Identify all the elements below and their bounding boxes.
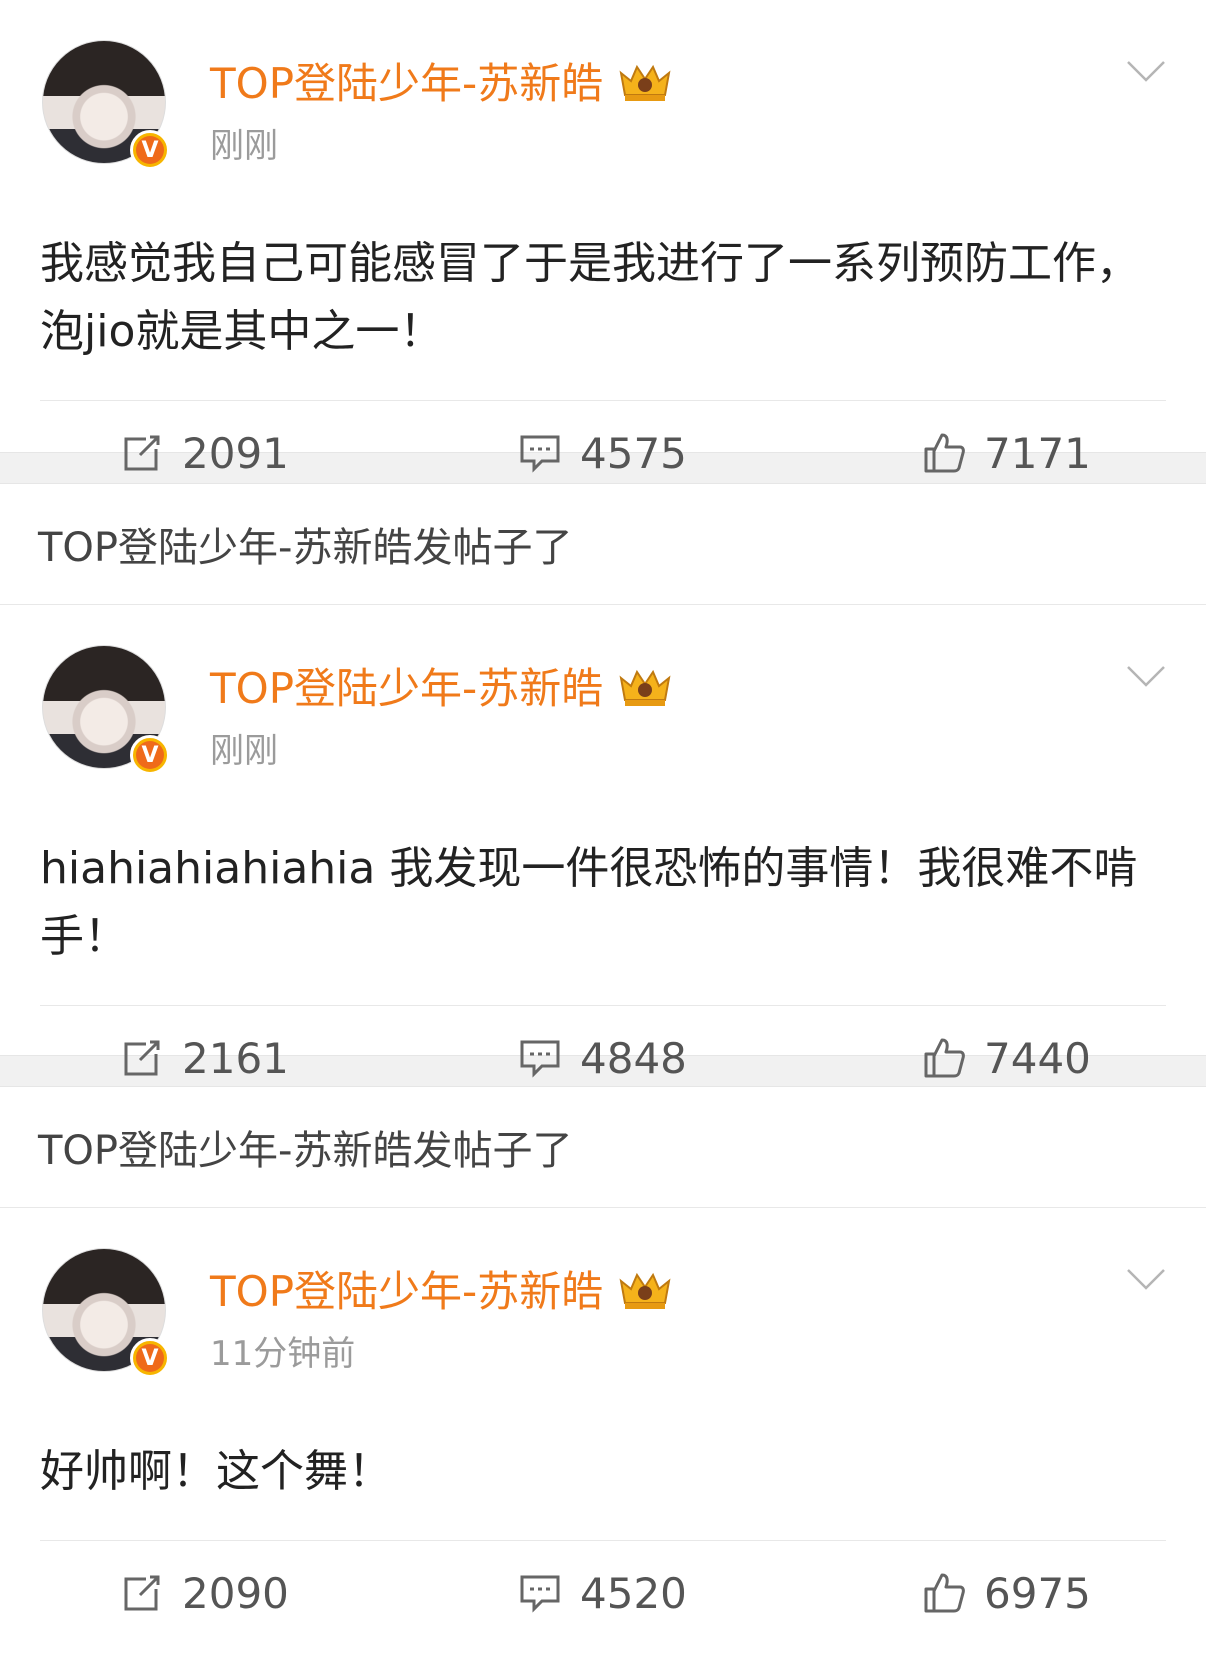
like-button[interactable]: 6975 — [922, 1569, 1091, 1618]
comment-button[interactable]: 4520 — [518, 1569, 687, 1618]
like-icon — [924, 1038, 965, 1078]
like-button[interactable]: 7171 — [922, 429, 1091, 478]
user-name[interactable]: TOP登陆少年-苏新皓 — [210, 50, 603, 111]
user-name[interactable]: TOP登陆少年-苏新皓 — [210, 655, 603, 716]
post-card: V TOP登陆少年-苏新皓 11分钟前 好帅啊！这个舞！ 2090 4520 6… — [0, 1208, 1206, 1618]
chevron-down-icon[interactable] — [1126, 665, 1166, 687]
repost-button[interactable]: 2161 — [120, 1034, 289, 1083]
action-bar: 2091 4575 7171 — [0, 401, 1206, 505]
comment-icon — [520, 1575, 560, 1613]
repost-icon — [124, 1040, 160, 1076]
avatar[interactable]: V — [42, 1248, 170, 1378]
chevron-down-icon[interactable] — [1126, 60, 1166, 82]
post-text: 我感觉我自己可能感冒了于是我进行了一系列预防工作，泡jio就是其中之一！ — [40, 238, 1140, 357]
post-card: V TOP登陆少年-苏新皓 刚刚 我感觉我自己可能感冒了于是我进行了一系列预防工… — [0, 0, 1206, 478]
crown-icon — [619, 1272, 671, 1309]
repost-icon — [124, 1575, 160, 1611]
post-header: V TOP登陆少年-苏新皓 11分钟前 — [0, 1208, 1206, 1378]
action-bar: 2090 4520 6975 — [0, 1541, 1206, 1645]
crown-icon — [619, 64, 671, 101]
crown-icon — [619, 669, 671, 706]
comment-icon — [520, 1040, 560, 1078]
comment-button[interactable]: 4575 — [518, 429, 687, 478]
like-count: 7171 — [984, 428, 1091, 478]
like-count: 7440 — [984, 1033, 1091, 1083]
weibo-feed: V TOP登陆少年-苏新皓 刚刚 我感觉我自己可能感冒了于是我进行了一系列预防工… — [0, 0, 1206, 1618]
post-time: 刚刚 — [210, 126, 278, 166]
comment-count: 4575 — [580, 428, 687, 478]
post-time: 刚刚 — [210, 731, 278, 771]
user-name-row[interactable]: TOP登陆少年-苏新皓 — [210, 655, 673, 716]
like-button[interactable]: 7440 — [922, 1034, 1091, 1083]
post-header: V TOP登陆少年-苏新皓 刚刚 — [0, 605, 1206, 775]
comment-icon — [520, 435, 560, 473]
post-text: hiahiahiahiahia 我发现一件很恐怖的事情！我很难不啃手！ — [40, 843, 1138, 962]
repost-count: 2091 — [182, 428, 289, 478]
avatar[interactable]: V — [42, 40, 170, 170]
user-name[interactable]: TOP登陆少年-苏新皓 — [210, 1258, 603, 1319]
post-time: 11分钟前 — [210, 1334, 356, 1374]
post-card: V TOP登陆少年-苏新皓 刚刚 hiahiahiahiahia 我发现一件很恐… — [0, 605, 1206, 1083]
comment-button[interactable]: 4848 — [518, 1034, 687, 1083]
chevron-down-icon[interactable] — [1126, 1268, 1166, 1290]
repost-button[interactable]: 2090 — [120, 1569, 289, 1618]
comment-count: 4520 — [580, 1568, 687, 1618]
verified-v-icon: V — [130, 130, 170, 170]
comment-count: 4848 — [580, 1033, 687, 1083]
user-name-row[interactable]: TOP登陆少年-苏新皓 — [210, 50, 673, 111]
like-icon — [924, 433, 965, 473]
action-bar: 2161 4848 7440 — [0, 1006, 1206, 1110]
repost-count: 2090 — [182, 1568, 289, 1618]
post-text: 好帅啊！这个舞！ — [40, 1446, 392, 1497]
user-name-row[interactable]: TOP登陆少年-苏新皓 — [210, 1258, 673, 1319]
verified-v-icon: V — [130, 1338, 170, 1378]
like-count: 6975 — [984, 1568, 1091, 1618]
repost-count: 2161 — [182, 1033, 289, 1083]
verified-v-icon: V — [130, 735, 170, 775]
repost-icon — [124, 435, 160, 471]
post-header: V TOP登陆少年-苏新皓 刚刚 — [0, 0, 1206, 170]
like-icon — [924, 1573, 965, 1613]
avatar[interactable]: V — [42, 645, 170, 775]
repost-button[interactable]: 2091 — [120, 429, 289, 478]
